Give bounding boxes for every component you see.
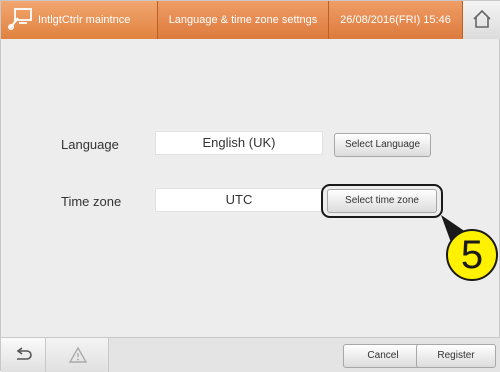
warning-icon xyxy=(69,347,87,363)
warning-button[interactable] xyxy=(46,338,109,372)
screen: IntlgtCtrlr maintnce Language & time zon… xyxy=(0,0,500,372)
bottom-bar: Cancel Register xyxy=(1,337,500,372)
back-button[interactable] xyxy=(1,338,46,372)
cancel-button[interactable]: Cancel xyxy=(343,344,423,368)
back-arrow-icon xyxy=(16,347,32,360)
step-badge: 5 xyxy=(446,229,498,281)
callout-pointer xyxy=(441,215,479,259)
register-button[interactable]: Register xyxy=(416,344,496,368)
